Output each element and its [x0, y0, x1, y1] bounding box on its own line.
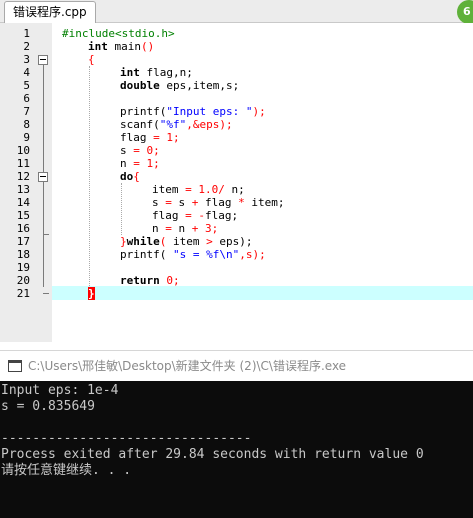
code-line: double eps,item,s; — [120, 79, 240, 92]
code-line: flag = 1; — [120, 131, 180, 144]
console-output[interactable]: Input eps: 1e-4 s = 0.835649 -----------… — [0, 381, 473, 518]
console-line: s = 0.835649 — [1, 399, 95, 414]
line-number: 12 — [16, 170, 30, 183]
code-area[interactable]: #include<stdio.h> int main() { int flag,… — [52, 23, 473, 342]
code-editor[interactable]: 错误程序.cpp 6 1 2 3 4 5 6 7 8 9 10 11 12 13… — [0, 0, 473, 342]
console-window-icon — [8, 360, 22, 372]
line-number: 2 — [23, 40, 30, 53]
line-number-gutter: 1 2 3 4 5 6 7 8 9 10 11 12 13 14 15 16 1… — [0, 23, 32, 342]
code-line: #include<stdio.h> — [62, 27, 175, 40]
console-separator: -------------------------------- — [1, 431, 252, 446]
current-line-highlight — [52, 286, 473, 300]
code-line: n = n + 3; — [152, 222, 219, 235]
fold-margin — [32, 23, 52, 342]
line-number: 5 — [23, 79, 30, 92]
tab-bar: 错误程序.cpp 6 — [0, 0, 473, 24]
console-line: Input eps: 1e-4 — [1, 383, 119, 398]
code-line: int flag,n; — [120, 66, 193, 79]
line-number: 17 — [16, 235, 30, 248]
line-number: 8 — [23, 118, 30, 131]
matched-brace: } — [88, 287, 95, 300]
line-number: 21 — [16, 287, 30, 300]
line-number: 19 — [16, 261, 30, 274]
line-number: 18 — [16, 248, 30, 261]
fold-toggle-main[interactable] — [38, 55, 48, 65]
line-number: 1 — [23, 27, 30, 40]
code-line: s = s + flag * item; — [152, 196, 285, 209]
line-number: 14 — [16, 196, 30, 209]
file-tab-label: 错误程序.cpp — [13, 5, 87, 19]
line-number: 13 — [16, 183, 30, 196]
notification-badge[interactable]: 6 — [457, 0, 473, 24]
line-number: 9 — [23, 131, 30, 144]
code-line: n = 1; — [120, 157, 160, 170]
badge-count: 6 — [463, 5, 471, 18]
console-window[interactable]: C:\Users\邢佳敏\Desktop\新建文件夹 (2)\C\错误程序.ex… — [0, 350, 473, 518]
line-number: 7 — [23, 105, 30, 118]
line-number: 16 — [16, 222, 30, 235]
code-line: }while( item > eps); — [120, 235, 253, 248]
line-number: 4 — [23, 66, 30, 79]
fold-end-marker — [43, 293, 49, 294]
indent-guide — [121, 183, 122, 235]
fold-toggle-do[interactable] — [38, 172, 48, 182]
code-line: } — [88, 287, 95, 300]
code-line: flag = -flag; — [152, 209, 239, 222]
console-prompt: 请按任意键继续. . . — [1, 463, 132, 478]
code-line: printf( "s = %f\n",s); — [120, 248, 266, 261]
line-number: 10 — [16, 144, 30, 157]
code-line: printf("Input eps: "); — [120, 105, 266, 118]
code-line: int main() — [88, 40, 155, 53]
console-title: C:\Users\邢佳敏\Desktop\新建文件夹 (2)\C\错误程序.ex… — [28, 359, 347, 373]
line-number: 3 — [23, 53, 30, 66]
code-line: return 0; — [120, 274, 180, 287]
console-title-bar[interactable]: C:\Users\邢佳敏\Desktop\新建文件夹 (2)\C\错误程序.ex… — [0, 350, 473, 382]
file-tab[interactable]: 错误程序.cpp — [4, 1, 96, 23]
code-line: { — [88, 53, 95, 66]
code-line: scanf("%f",&eps); — [120, 118, 233, 131]
line-number: 11 — [16, 157, 30, 170]
code-line: s = 0; — [120, 144, 160, 157]
indent-guide — [89, 66, 90, 286]
code-line: item = 1.0/ n; — [152, 183, 245, 196]
line-number: 6 — [23, 92, 30, 105]
line-number: 20 — [16, 274, 30, 287]
code-line: do{ — [120, 170, 140, 183]
console-line: Process exited after 29.84 seconds with … — [1, 447, 424, 462]
line-number: 15 — [16, 209, 30, 222]
fold-end-marker — [43, 234, 49, 235]
